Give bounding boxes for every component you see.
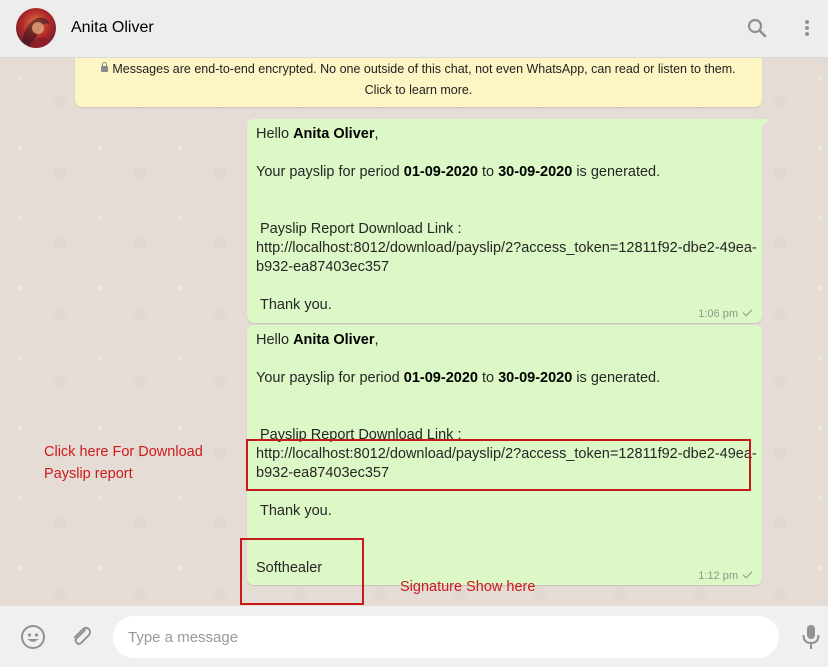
composer-bar xyxy=(0,606,828,667)
download-link-line-2[interactable]: b932-ea87403ec357 xyxy=(256,258,389,278)
message-bubble[interactable]: Hello Anita Oliver, Your payslip for per… xyxy=(247,119,769,325)
encryption-notice[interactable]: Messages are end-to-end encrypted. No on… xyxy=(75,58,762,107)
avatar[interactable] xyxy=(16,8,56,48)
check-icon xyxy=(742,306,753,317)
payslip-line: Your payslip for period 01-09-2020 to 30… xyxy=(256,164,661,180)
chat-header: Anita Oliver xyxy=(0,0,828,58)
paperclip-icon[interactable] xyxy=(69,624,93,648)
signature-annotation: Signature Show here xyxy=(400,579,536,595)
thanks-line: Thank you. xyxy=(260,503,332,519)
check-icon xyxy=(742,568,753,579)
download-link-line-1[interactable]: http://localhost:8012/download/payslip/2… xyxy=(256,239,757,259)
message-time: 1:06 pm xyxy=(698,308,738,320)
message-meta: 1:06 pm xyxy=(698,305,753,325)
contact-name[interactable]: Anita Oliver xyxy=(71,19,154,37)
message-meta: 1:12 pm xyxy=(698,567,753,587)
chat-area[interactable]: Messages are end-to-end encrypted. No on… xyxy=(0,58,828,606)
search-icon[interactable] xyxy=(745,16,769,40)
microphone-icon[interactable] xyxy=(801,624,821,650)
avatar-image xyxy=(22,17,50,48)
download-annotation: Click here For Download Payslip report xyxy=(44,444,203,482)
bubble-tail xyxy=(761,119,769,128)
learn-more-link[interactable]: Click to learn more. xyxy=(75,83,762,97)
payslip-line: Your payslip for period 01-09-2020 to 30… xyxy=(256,370,661,386)
download-link-highlight xyxy=(246,439,751,491)
greeting-line: Hello Anita Oliver, xyxy=(256,332,379,348)
signature-highlight xyxy=(240,538,364,605)
emoji-icon[interactable] xyxy=(20,624,46,650)
message-input[interactable] xyxy=(113,616,779,658)
more-vertical-icon[interactable] xyxy=(795,16,819,40)
greeting-line: Hello Anita Oliver, xyxy=(256,126,379,142)
message-time: 1:12 pm xyxy=(698,570,738,582)
thanks-line: Thank you. xyxy=(260,297,332,313)
lock-icon xyxy=(101,62,109,72)
notice-line-1: Messages are end-to-end encrypted. No on… xyxy=(75,62,762,76)
link-label: Payslip Report Download Link : xyxy=(260,221,462,237)
